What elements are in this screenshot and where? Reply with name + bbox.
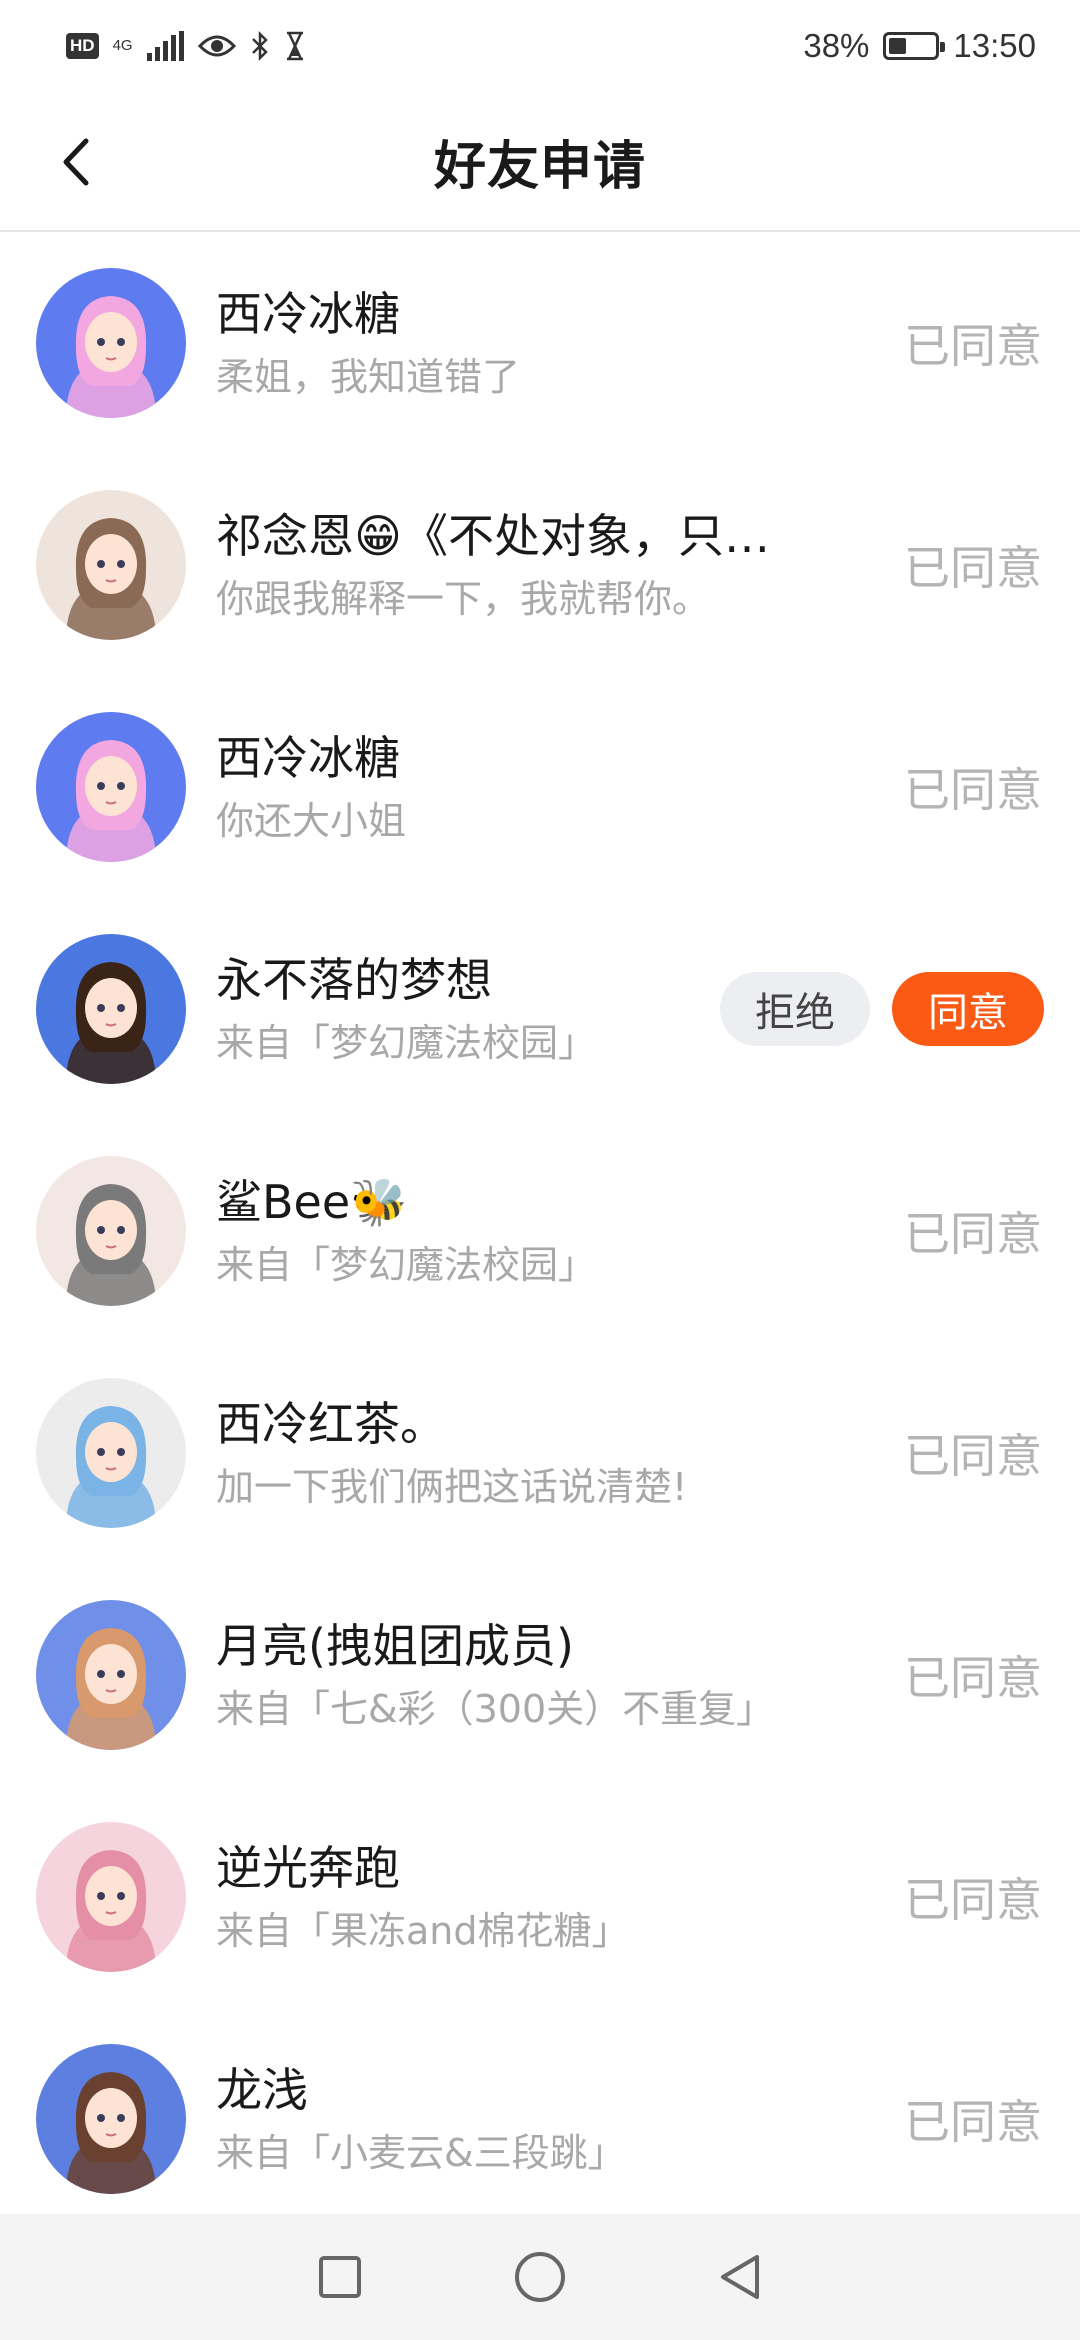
avatar[interactable]: [36, 712, 186, 862]
request-message: 来自「梦幻魔法校园」: [216, 1243, 597, 1287]
network-label: 4G: [112, 37, 133, 54]
agree-button[interactable]: 同意: [892, 972, 1044, 1046]
request-message: 加一下我们俩把这话说清楚!: [216, 1465, 688, 1509]
avatar[interactable]: [36, 268, 186, 418]
friend-request-row[interactable]: 祁念恩😁《不处对象，只… 你跟我解释一下，我就帮你。 已同意: [0, 454, 1080, 676]
agreed-status: 已同意: [904, 2095, 1042, 2149]
requester-name: 西冷冰糖: [216, 287, 400, 341]
clock: 13:50: [953, 27, 1036, 64]
request-message: 你跟我解释一下，我就帮你。: [216, 577, 711, 621]
agreed-status: 已同意: [904, 1207, 1042, 1261]
request-info: 龙浅来自「小麦云&三段跳」: [216, 2059, 626, 2179]
request-info: 永不落的梦想来自「梦幻魔法校园」: [216, 949, 596, 1069]
agreed-status: 已同意: [904, 763, 1042, 817]
chevron-left-icon: [63, 138, 89, 186]
avatar[interactable]: [36, 934, 186, 1084]
avatar[interactable]: [36, 2044, 186, 2194]
system-back-button[interactable]: [695, 2232, 785, 2322]
status-icons: HD 4G: [66, 29, 306, 63]
battery-icon: [883, 32, 946, 60]
friend-request-row[interactable]: 龙浅来自「小麦云&三段跳」 已同意: [0, 2008, 1080, 2230]
network-type: 4G: [113, 29, 133, 63]
friend-request-list: 西冷冰糖 柔姐，我知道错了 已同意 祁念恩😁《不处对象，只… 你跟我解释一下，我就帮你。…: [0, 232, 1080, 2230]
requester-name: 月亮(拽姐团成员): [216, 1619, 574, 1673]
agreed-status: 已同意: [904, 319, 1042, 373]
friend-request-row[interactable]: 西冷红茶。加一下我们俩把这话说清楚! 已同意: [0, 1342, 1080, 1564]
requester-name: 西冷冰糖: [216, 731, 400, 785]
friend-request-row[interactable]: 月亮(拽姐团成员) 来自「七&彩（300关）不重复」 已同意: [0, 1564, 1080, 1786]
requester-name: 鲨Bee🐝: [216, 1175, 408, 1229]
request-message: 来自「梦幻魔法校园」: [216, 1021, 597, 1065]
request-info: 月亮(拽姐团成员) 来自「七&彩（300关）不重复」: [216, 1615, 774, 1735]
friend-request-row[interactable]: 逆光奔跑来自「果冻and棉花糖」 已同意: [0, 1786, 1080, 2008]
avatar[interactable]: [36, 1156, 186, 1306]
eye-icon: [197, 29, 236, 63]
requester-name: 西冷红茶。: [216, 1397, 446, 1451]
friend-request-row[interactable]: 西冷冰糖柔姐，我知道错了 已同意: [0, 232, 1080, 454]
agreed-status: 已同意: [904, 541, 1042, 595]
app-header: 好友申请: [0, 92, 1080, 232]
request-message: 柔姐，我知道错了: [216, 355, 521, 399]
battery-percent: 38%: [803, 27, 870, 64]
friend-request-row[interactable]: 鲨Bee🐝 来自「梦幻魔法校园」 已同意: [0, 1120, 1080, 1342]
requester-name: 祁念恩😁《不处对象，只…: [216, 509, 770, 563]
agreed-status: 已同意: [904, 1429, 1042, 1483]
agreed-status: 已同意: [904, 1873, 1042, 1927]
avatar[interactable]: [36, 1378, 186, 1528]
home-button[interactable]: [495, 2232, 585, 2322]
request-info: 逆光奔跑来自「果冻and棉花糖」: [216, 1837, 630, 1957]
request-message: 来自「七&彩（300关）不重复」: [216, 1687, 775, 1731]
request-info: 祁念恩😁《不处对象，只… 你跟我解释一下，我就帮你。: [216, 505, 770, 625]
back-button[interactable]: [40, 127, 110, 197]
status-bar: HD 4G 38% 13:50: [0, 0, 1080, 92]
battery-level: [889, 38, 907, 54]
avatar[interactable]: [36, 1600, 186, 1750]
agreed-status: 已同意: [904, 1651, 1042, 1705]
friend-request-row[interactable]: 永不落的梦想来自「梦幻魔法校园」 拒绝 同意: [0, 898, 1080, 1120]
friend-request-row[interactable]: 西冷冰糖你还大小姐 已同意: [0, 676, 1080, 898]
status-right: 38% 13:50: [803, 27, 1036, 65]
bluetooth-icon: [250, 29, 270, 63]
request-message: 来自「果冻and棉花糖」: [216, 1909, 630, 1953]
recent-apps-button[interactable]: [295, 2232, 385, 2322]
page-title: 好友申请: [433, 136, 646, 197]
requester-name: 逆光奔跑: [216, 1841, 400, 1895]
triangle-back-icon: [721, 2255, 759, 2299]
request-info: 西冷冰糖柔姐，我知道错了: [216, 283, 520, 403]
signal-icon: [146, 31, 184, 61]
avatar[interactable]: [36, 1822, 186, 1972]
system-nav-bar: [0, 2214, 1080, 2340]
request-info: 西冷红茶。加一下我们俩把这话说清楚!: [216, 1393, 687, 1513]
square-icon: [319, 2256, 361, 2298]
reject-button[interactable]: 拒绝: [720, 972, 870, 1046]
avatar[interactable]: [36, 490, 186, 640]
request-info: 西冷冰糖 你还大小姐: [216, 727, 406, 847]
requester-name: 永不落的梦想: [216, 953, 492, 1007]
circle-icon: [515, 2252, 565, 2302]
hd-icon: HD: [66, 33, 99, 59]
request-info: 鲨Bee🐝 来自「梦幻魔法校园」: [216, 1171, 596, 1291]
requester-name: 龙浅: [216, 2063, 308, 2117]
request-message: 来自「小麦云&三段跳」: [216, 2131, 626, 2175]
request-message: 你还大小姐: [216, 799, 407, 843]
hourglass-icon: [284, 29, 306, 63]
